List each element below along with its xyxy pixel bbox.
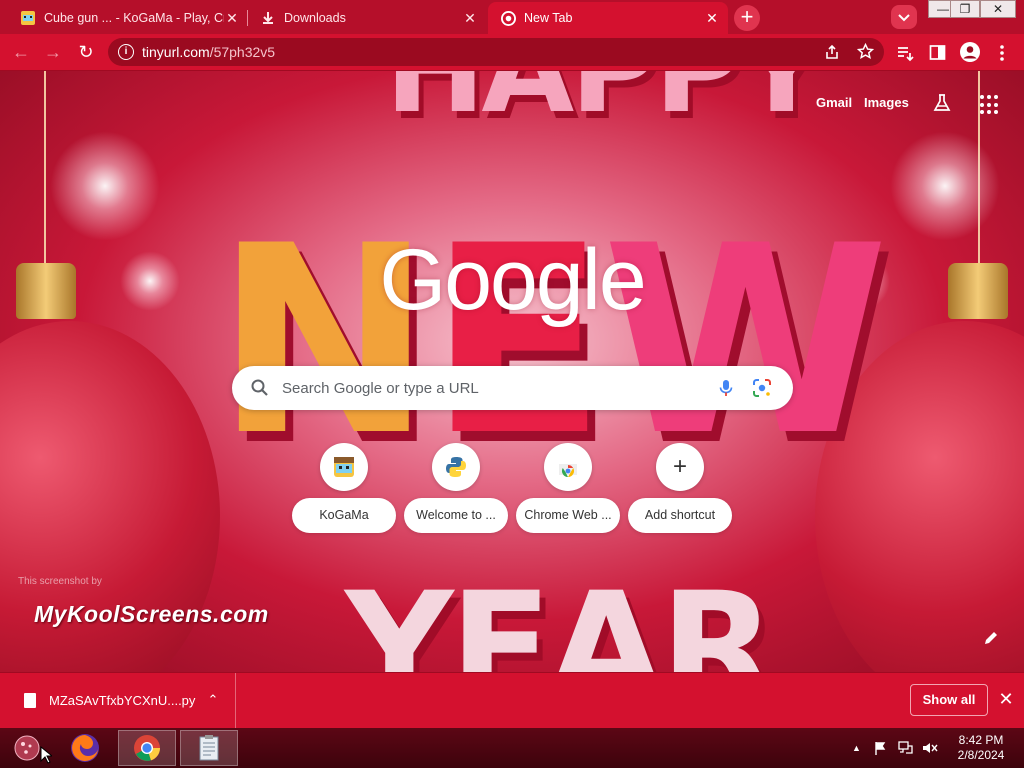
close-icon[interactable]: ✕ [462, 10, 478, 26]
window-close-button[interactable]: ✕ [980, 0, 1016, 18]
notepad-icon [199, 735, 219, 761]
shortcut-kogama[interactable]: KoGaMa [292, 443, 396, 535]
shortcut-icon-circle [544, 443, 592, 491]
shortcut-icon-circle: + [656, 443, 704, 491]
google-logo: Google [379, 232, 646, 328]
url-text[interactable]: tinyurl.com/57ph32v5 [142, 44, 275, 60]
close-icon[interactable]: ✕ [224, 10, 240, 26]
search-icon [251, 379, 268, 396]
chevron-down-icon [898, 14, 910, 22]
volume-muted-icon[interactable] [922, 741, 938, 755]
tab-kogama[interactable]: Cube gun ... - KoGaMa - Play, Cr ✕ [8, 4, 248, 32]
taskbar: ▲ 8:42 PM 2/8/2024 [0, 728, 1024, 768]
taskbar-app[interactable] [180, 730, 238, 766]
taskbar-firefox[interactable] [56, 730, 114, 766]
close-icon[interactable]: ✕ [704, 10, 720, 26]
bookmark-star-icon[interactable] [857, 43, 874, 60]
gmail-link[interactable]: Gmail [816, 95, 852, 110]
google-lens-icon[interactable] [752, 378, 772, 398]
back-button[interactable]: ← [11, 42, 31, 62]
address-bar[interactable]: i tinyurl.com/57ph32v5 [108, 38, 884, 66]
show-all-button[interactable]: Show all [910, 684, 988, 716]
start-orb-icon [14, 735, 40, 761]
file-icon [24, 693, 36, 708]
shortcut-label: KoGaMa [292, 498, 396, 533]
taskbar-chrome[interactable] [118, 730, 176, 766]
share-icon[interactable] [824, 44, 840, 60]
labs-flask-icon[interactable] [932, 93, 952, 113]
download-shelf: MZaSAvTfxbYCXnU....py ⌃ Show all ✕ [0, 672, 1024, 729]
profile-avatar-icon[interactable] [959, 41, 981, 63]
google-apps-icon[interactable] [980, 95, 1000, 115]
tray-overflow-arrow[interactable]: ▲ [852, 743, 861, 753]
chrome-favicon-icon [500, 10, 516, 26]
clock-time: 8:42 PM [958, 733, 1004, 747]
download-file-name: MZaSAvTfxbYCXnU....py [49, 693, 196, 708]
chevron-up-icon[interactable]: ⌃ [205, 692, 221, 708]
sparkle [50, 131, 160, 241]
shortcut-icon-circle [320, 443, 368, 491]
tab-title: Downloads [284, 11, 346, 25]
mouse-cursor-icon [40, 746, 52, 764]
python-icon [446, 457, 466, 477]
chrome-icon [134, 735, 161, 761]
kogama-icon [334, 457, 354, 477]
clock-date: 2/8/2024 [957, 748, 1005, 762]
tab-search-button[interactable] [891, 5, 917, 29]
new-tab-page: HAPPY NEW YEAR Gmail Images Google KoGaM… [0, 71, 1024, 672]
menu-kebab-icon[interactable] [996, 43, 1008, 63]
search-box[interactable] [232, 366, 793, 410]
system-clock[interactable]: 8:42 PM 2/8/2024 [950, 733, 1012, 763]
shortcut-icon-circle [432, 443, 480, 491]
browser-toolbar: ← → ↻ i tinyurl.com/57ph32v5 [0, 34, 1024, 71]
microphone-icon[interactable] [716, 378, 736, 398]
customize-pencil-icon[interactable] [982, 629, 1000, 647]
plus-icon: + [672, 453, 687, 480]
chrome-web-store-icon [559, 464, 577, 477]
action-center-flag-icon[interactable] [874, 741, 888, 755]
kogama-favicon-icon [20, 10, 36, 26]
watermark-caption: This screenshot by [18, 576, 102, 587]
search-input[interactable] [282, 366, 702, 410]
shortcut-label: Chrome Web ... [516, 498, 620, 533]
side-panel-icon[interactable] [929, 44, 946, 61]
watermark: MyKoolScreens.com [34, 601, 269, 627]
shortcut-welcome[interactable]: Welcome to ... [404, 443, 508, 535]
tab-strip: Cube gun ... - KoGaMa - Play, Cr ✕ Downl… [0, 0, 1024, 34]
tab-title: New Tab [524, 11, 573, 25]
maximize-button[interactable]: ❐ [950, 0, 980, 18]
download-icon [260, 10, 276, 26]
tab-new-tab[interactable]: New Tab ✕ [488, 2, 728, 34]
download-item[interactable]: MZaSAvTfxbYCXnU....py ⌃ [0, 673, 236, 729]
site-info-icon[interactable]: i [118, 44, 134, 60]
reload-button[interactable]: ↻ [76, 42, 96, 62]
sparkle [890, 131, 1000, 241]
images-link[interactable]: Images [864, 95, 909, 110]
tab-downloads[interactable]: Downloads ✕ [248, 4, 486, 32]
close-icon[interactable]: ✕ [997, 689, 1015, 710]
reading-list-icon[interactable] [896, 44, 914, 62]
background-art-happy: HAPPY [385, 71, 825, 140]
shortcut-label: Welcome to ... [404, 498, 508, 533]
new-tab-button[interactable]: + [734, 5, 760, 31]
forward-button[interactable]: → [43, 42, 63, 62]
shortcut-chrome-web-store[interactable]: Chrome Web ... [516, 443, 620, 535]
shortcut-label: Add shortcut [628, 498, 732, 533]
network-icon[interactable] [898, 741, 914, 755]
tab-title: Cube gun ... - KoGaMa - Play, Cr [44, 11, 224, 25]
add-shortcut-button[interactable]: + Add shortcut [628, 443, 732, 535]
firefox-icon [71, 734, 99, 762]
background-art-year: YEAR [345, 561, 776, 672]
